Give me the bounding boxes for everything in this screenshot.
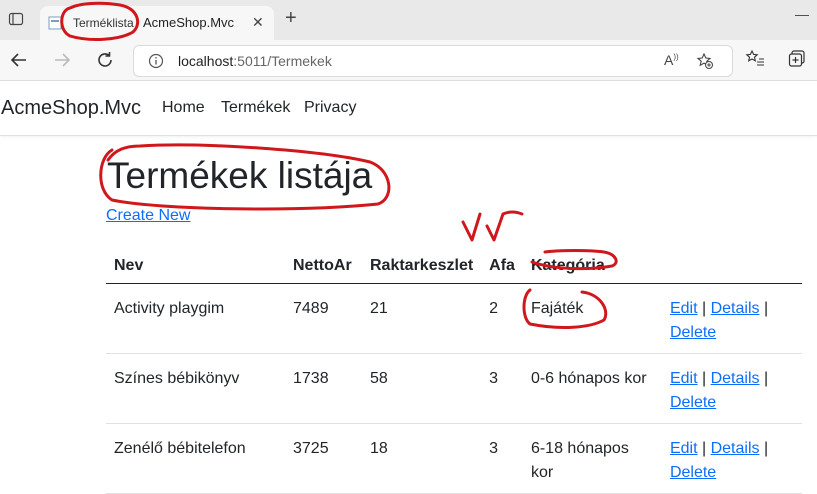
delete-link[interactable]: Delete <box>670 324 716 341</box>
action-separator: | <box>763 300 769 317</box>
table-row: Színes bébikönyv 1738 58 3 0-6 hónapos k… <box>106 353 802 424</box>
table-header-row: Nev NettoAr Raktarkeszlet Afa Kategória <box>106 248 802 284</box>
url-host: localhost <box>178 53 234 69</box>
site-info-icon[interactable] <box>148 53 164 69</box>
brand-link[interactable]: AcmeShop.Mvc <box>1 97 141 120</box>
column-header-afa: Afa <box>481 248 523 284</box>
cell-afa: 3 <box>481 353 523 424</box>
details-link[interactable]: Details <box>711 300 760 317</box>
edit-link[interactable]: Edit <box>670 370 698 387</box>
cell-actions: Edit | Details | Delete <box>661 353 802 424</box>
cell-raktarkeszlet: 58 <box>362 353 482 424</box>
page-favicon-icon <box>48 16 62 30</box>
cell-nev: Zenélő bébitelefon <box>106 423 285 494</box>
cell-nettoar: 7489 <box>285 283 362 354</box>
favorites-icon[interactable] <box>744 48 766 70</box>
nav-link-termekek[interactable]: Termékek <box>221 99 290 117</box>
cell-raktarkeszlet: 18 <box>362 423 482 494</box>
products-table: Nev NettoAr Raktarkeszlet Afa Kategória … <box>106 248 802 494</box>
cell-afa: 3 <box>481 423 523 494</box>
tab-title-annotated: Terméklista <box>73 16 134 30</box>
delete-link[interactable]: Delete <box>670 394 716 411</box>
cell-nev: Színes bébikönyv <box>106 353 285 424</box>
action-separator: | <box>701 440 707 457</box>
column-header-nev: Nev <box>106 248 285 284</box>
table-row: Activity playgim 7489 21 2 Fajáték Edit … <box>106 283 802 354</box>
cell-actions: Edit | Details | Delete <box>661 283 802 354</box>
details-link[interactable]: Details <box>711 370 760 387</box>
column-header-kategoria: Kategória <box>522 248 662 284</box>
action-separator: | <box>763 370 769 387</box>
details-link[interactable]: Details <box>711 440 760 457</box>
read-aloud-icon[interactable]: A)) <box>664 52 679 68</box>
browser-toolbar: localhost:5011/Termekek A)) <box>0 40 817 81</box>
cell-nettoar: 3725 <box>285 423 362 494</box>
column-header-raktarkeszlet: Raktarkeszlet <box>362 248 482 284</box>
browser-tab[interactable]: Terméklista AcmeShop.Mvc ✕ <box>40 6 274 40</box>
address-bar[interactable]: localhost:5011/Termekek A)) <box>133 45 733 77</box>
create-new-link[interactable]: Create New <box>106 207 190 225</box>
table-row: Zenélő bébitelefon 3725 18 3 6-18 hónapo… <box>106 423 802 494</box>
nav-link-privacy[interactable]: Privacy <box>304 99 356 117</box>
column-header-actions <box>661 248 802 284</box>
edit-link[interactable]: Edit <box>670 440 698 457</box>
url-path: :5011/Termekek <box>233 53 332 69</box>
cell-kategoria: 6-18 hónapos kor <box>522 423 662 494</box>
refresh-icon[interactable] <box>93 48 117 72</box>
page-title: Termékek listája <box>107 155 373 196</box>
cell-kategoria: Fajáték <box>522 283 662 354</box>
forward-icon[interactable] <box>50 48 74 72</box>
cell-actions: Edit | Details | Delete <box>661 423 802 494</box>
delete-link[interactable]: Delete <box>670 464 716 481</box>
cell-nev: Activity playgim <box>106 283 285 354</box>
site-navbar: AcmeShop.Mvc Home Termékek Privacy <box>0 81 817 136</box>
minimize-button[interactable]: — <box>795 6 809 22</box>
checkmark-annotation <box>461 210 524 242</box>
new-tab-button[interactable]: + <box>285 7 297 30</box>
add-favorite-icon[interactable] <box>696 52 714 70</box>
browser-tabstrip: Terméklista AcmeShop.Mvc ✕ + — <box>0 0 817 40</box>
action-separator: | <box>701 300 707 317</box>
edit-link[interactable]: Edit <box>670 300 698 317</box>
tab-actions-icon[interactable] <box>8 11 24 27</box>
tab-close-icon[interactable]: ✕ <box>252 14 264 31</box>
cell-afa: 2 <box>481 283 523 354</box>
cell-kategoria: 0-6 hónapos kor <box>522 353 662 424</box>
column-header-nettoar: NettoAr <box>285 248 362 284</box>
cell-nettoar: 1738 <box>285 353 362 424</box>
collections-icon[interactable] <box>787 48 809 70</box>
url-text[interactable]: localhost:5011/Termekek <box>178 53 332 69</box>
action-separator: | <box>701 370 707 387</box>
tab-title: AcmeShop.Mvc <box>143 15 235 30</box>
nav-link-home[interactable]: Home <box>162 99 205 117</box>
cell-raktarkeszlet: 21 <box>362 283 482 354</box>
back-icon[interactable] <box>7 48 31 72</box>
action-separator: | <box>763 440 769 457</box>
